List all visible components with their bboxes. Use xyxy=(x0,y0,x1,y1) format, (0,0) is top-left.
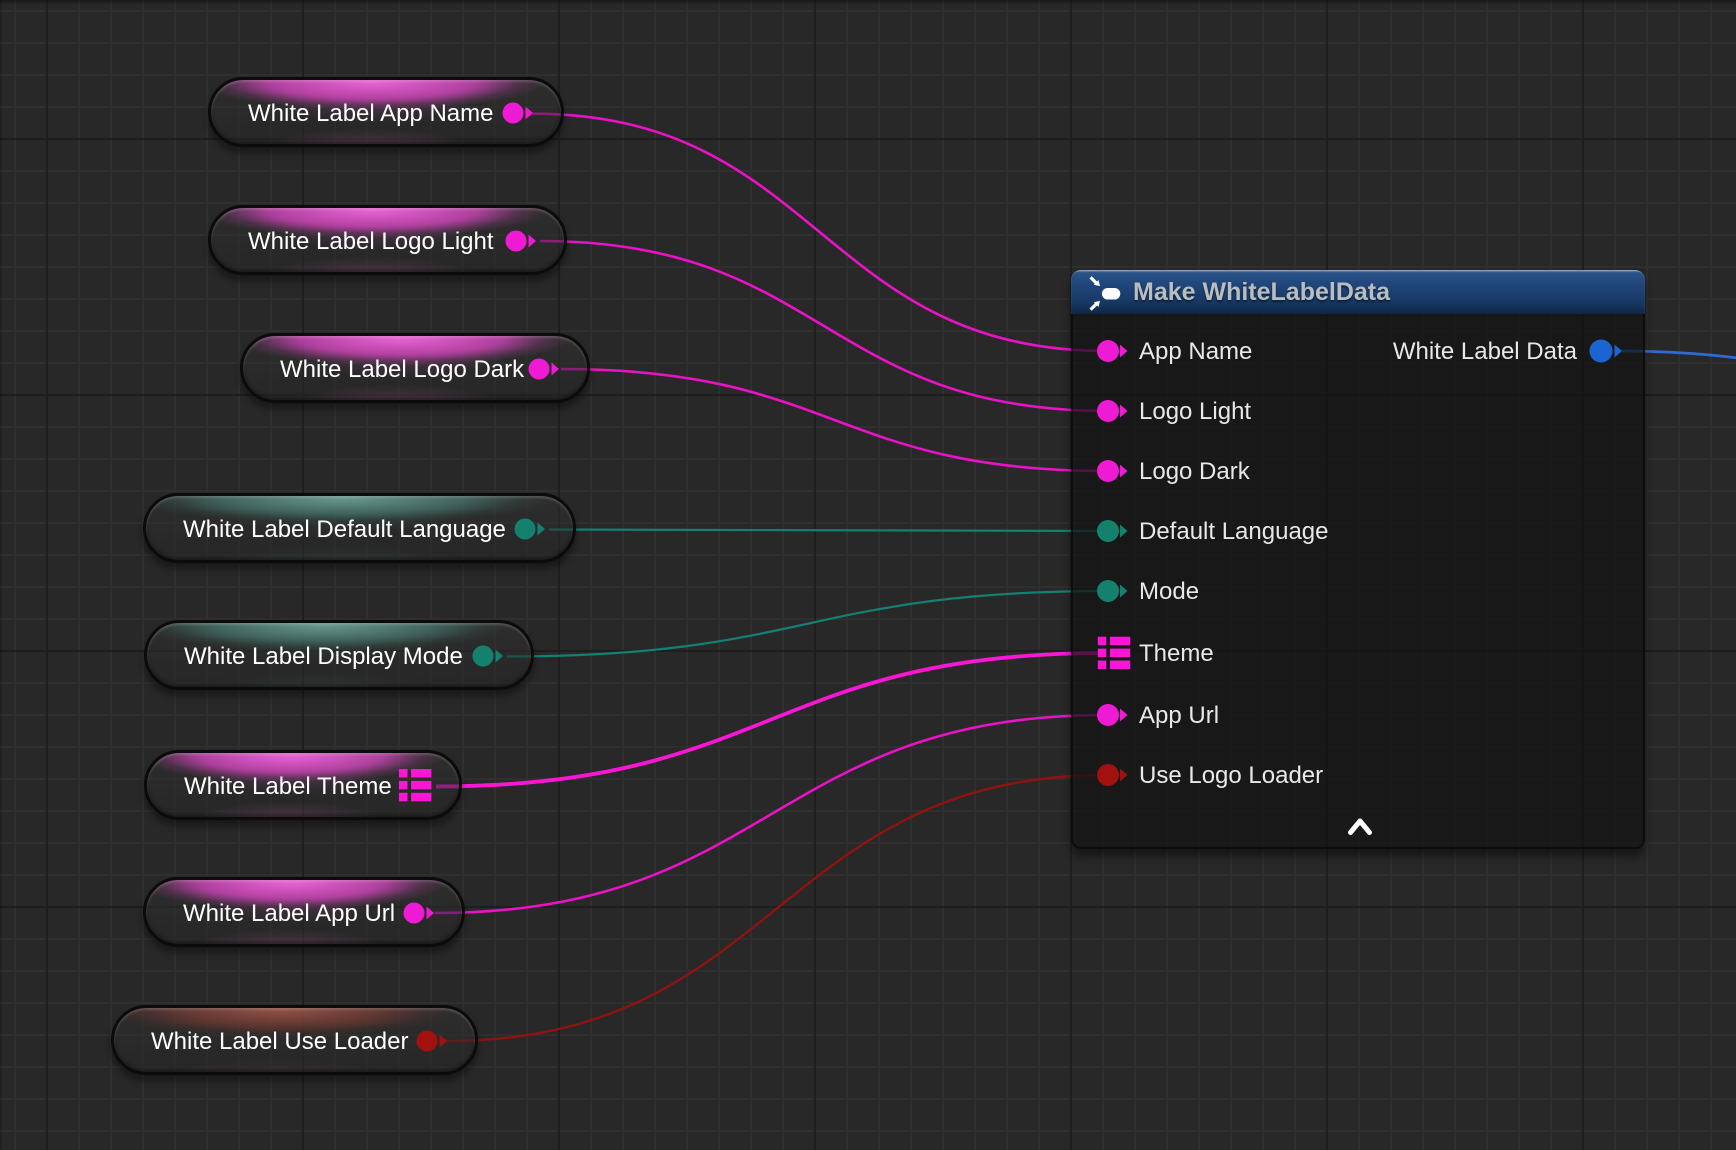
svg-text:App Name: App Name xyxy=(1139,338,1252,365)
svg-text:Mode: Mode xyxy=(1139,578,1199,605)
svg-text:Logo Light: Logo Light xyxy=(1139,398,1251,425)
svg-text:White Label Data: White Label Data xyxy=(1393,338,1578,365)
svg-text:App Url: App Url xyxy=(1139,702,1219,729)
svg-text:Default Language: Default Language xyxy=(1139,518,1329,545)
svg-text:Theme: Theme xyxy=(1139,640,1214,667)
svg-text:Logo Dark: Logo Dark xyxy=(1139,458,1251,485)
svg-text:Use Logo Loader: Use Logo Loader xyxy=(1139,762,1323,789)
